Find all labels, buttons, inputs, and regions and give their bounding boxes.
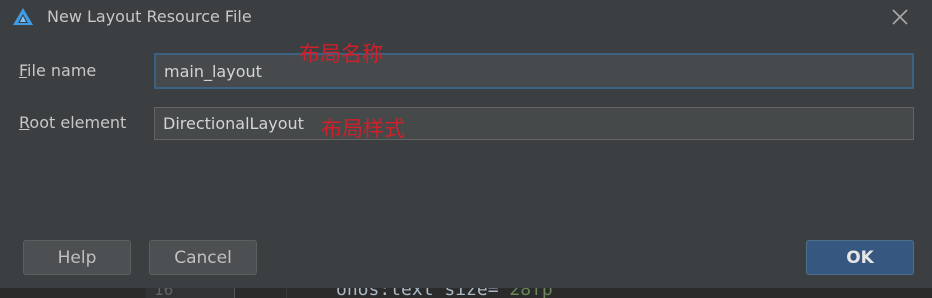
file-name-label: File name	[19, 61, 96, 81]
gutter-divider	[286, 288, 287, 298]
code-attribute: ohos:text_size=	[336, 288, 499, 298]
root-element-label-mnemonic: R	[19, 113, 30, 132]
root-element-label-text: oot element	[29, 113, 127, 132]
new-layout-dialog: New Layout Resource File File name main_…	[0, 0, 932, 288]
file-name-label-text: ile name	[27, 61, 97, 80]
root-element-label: Root element	[19, 113, 126, 133]
code-string-value: "28fp"	[499, 288, 564, 298]
background-code-editor: 16 ohos:text_size="28fp"	[0, 288, 932, 298]
cancel-button[interactable]: Cancel	[149, 240, 257, 275]
annotation-layout-name: 布局名称	[299, 42, 383, 66]
help-button[interactable]: Help	[23, 240, 131, 275]
close-icon[interactable]	[888, 5, 912, 29]
line-number: 16	[154, 288, 174, 298]
deveco-logo-icon	[12, 7, 34, 27]
ok-button[interactable]: OK	[806, 240, 914, 275]
dialog-titlebar: New Layout Resource File	[0, 0, 932, 34]
annotation-layout-style: 布局样式	[321, 117, 405, 141]
root-element-value: DirectionalLayout	[163, 114, 304, 133]
dialog-title: New Layout Resource File	[47, 7, 252, 26]
file-name-label-mnemonic: F	[19, 61, 28, 80]
root-element-input[interactable]: DirectionalLayout	[154, 107, 914, 140]
file-name-input[interactable]: main_layout	[154, 53, 914, 89]
code-line: ohos:text_size="28fp"	[336, 288, 564, 298]
editor-gutter: 16	[146, 288, 235, 298]
file-name-value: main_layout	[164, 61, 262, 81]
